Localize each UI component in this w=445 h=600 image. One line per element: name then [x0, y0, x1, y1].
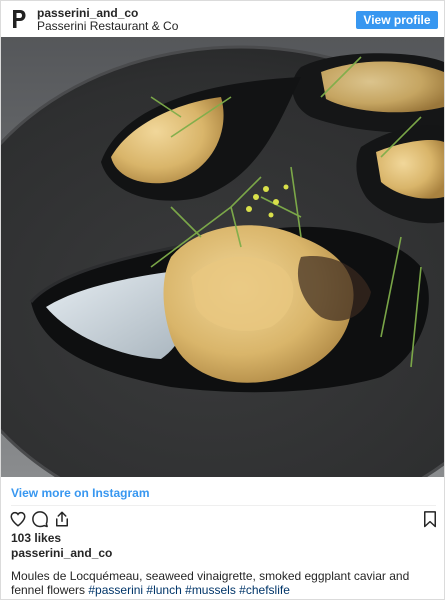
likes-count[interactable]: 103 likes — [11, 531, 61, 545]
hashtag-lunch[interactable]: #lunch — [146, 583, 181, 597]
instagram-embed: passerini_and_co Passerini Restaurant & … — [0, 0, 445, 600]
view-profile-button[interactable]: View profile — [356, 11, 438, 29]
view-more-link[interactable]: View more on Instagram — [11, 486, 150, 500]
action-bar — [9, 510, 439, 530]
hashtag-passerini[interactable]: #passerini — [88, 583, 143, 597]
share-icon[interactable] — [53, 510, 71, 528]
comment-icon[interactable] — [31, 510, 49, 528]
divider — [11, 505, 436, 506]
mussels-photo-icon — [1, 37, 444, 477]
bookmark-icon[interactable] — [421, 510, 439, 528]
hashtag-chefslife[interactable]: #chefslife — [239, 583, 290, 597]
profile-avatar[interactable] — [9, 8, 29, 30]
post-owner-username[interactable]: passerini_and_co — [11, 546, 112, 560]
header-full-name: Passerini Restaurant & Co — [37, 19, 179, 33]
post-photo[interactable] — [1, 37, 444, 477]
passerini-logo-icon — [13, 10, 26, 28]
heart-icon[interactable] — [9, 510, 27, 528]
post-caption: Moules de Locquémeau, seaweed vinaigrett… — [11, 569, 436, 597]
hashtag-mussels[interactable]: #mussels — [185, 583, 236, 597]
post-header: passerini_and_co Passerini Restaurant & … — [1, 1, 444, 37]
